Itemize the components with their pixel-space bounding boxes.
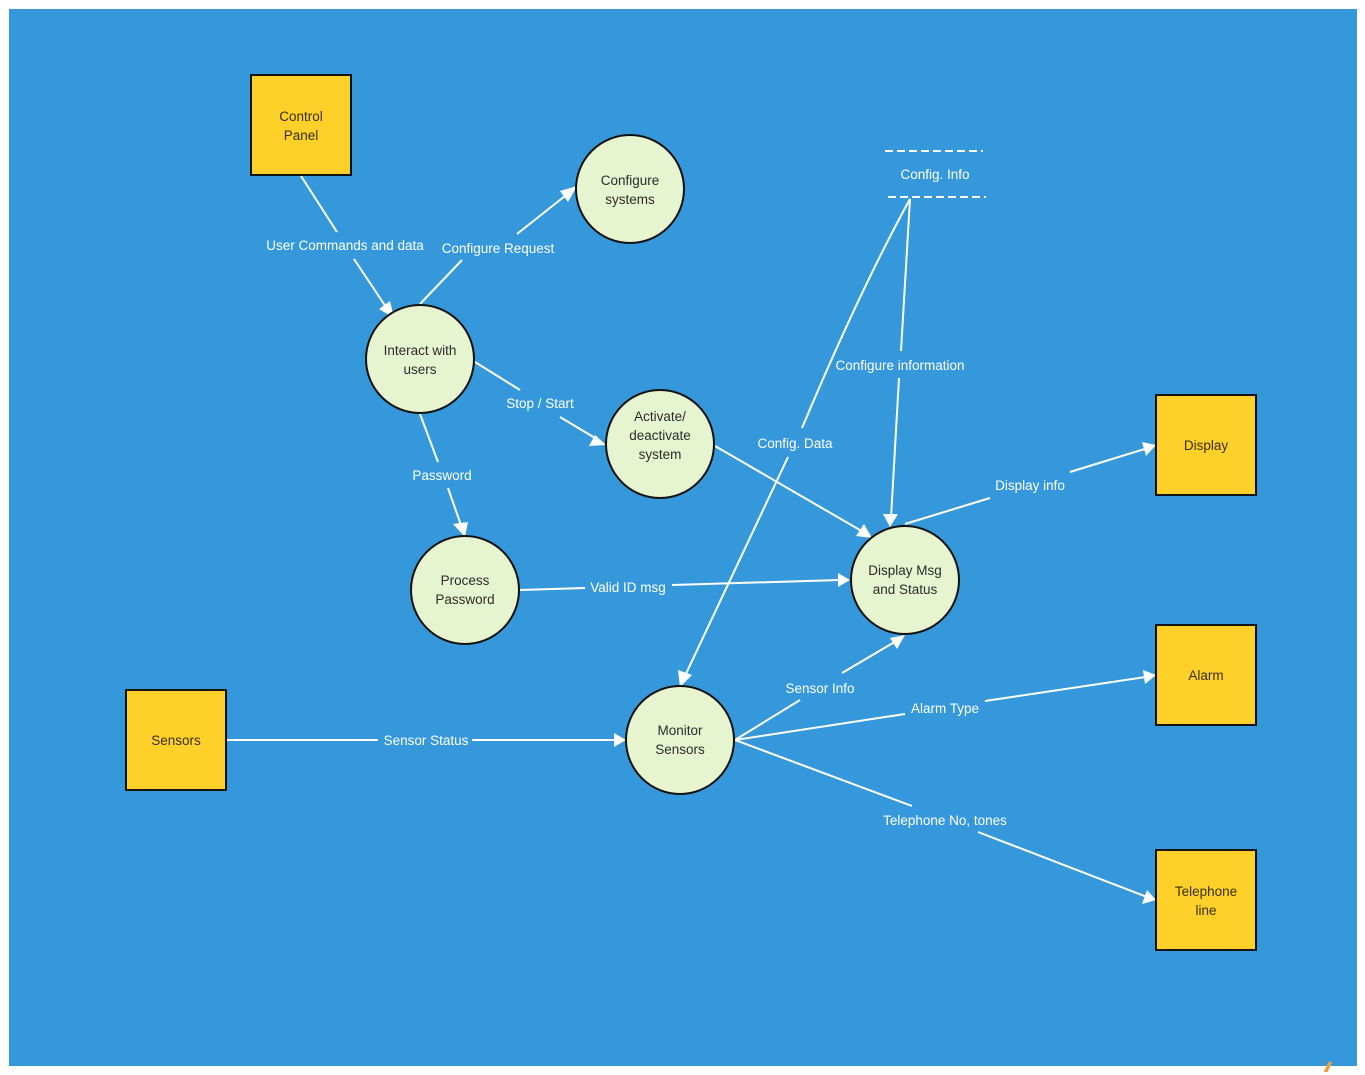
entity-display[interactable]: Display (1155, 394, 1257, 496)
process-label-line: Configure (601, 173, 660, 188)
flow-configure-information[interactable]: Configure information (835, 198, 965, 527)
data-store-label: Config. Info (900, 167, 969, 182)
flow-label-password: Password (412, 468, 471, 483)
process-monitor-sensors[interactable]: Monitor Sensors (625, 685, 735, 795)
arrowhead (614, 733, 626, 747)
flow-label-user-commands: User Commands and data (266, 238, 424, 253)
process-label-line: systems (605, 192, 655, 207)
flow-label-config-data: Config. Data (757, 436, 833, 451)
process-process-password[interactable]: Process Password (410, 535, 520, 645)
entity-control-panel[interactable]: Control Panel (250, 74, 352, 176)
process-label-line: and Status (873, 582, 938, 597)
entity-telephone-line[interactable]: Telephone line (1155, 849, 1257, 951)
arrowhead (890, 635, 905, 649)
arrowhead (560, 186, 577, 202)
process-activate-deactivate-system[interactable]: Activate/ deactivate system (605, 389, 715, 499)
flow-password[interactable]: Password (412, 413, 472, 537)
flow-user-commands[interactable]: User Commands and data (266, 175, 424, 318)
flow-sensor-info[interactable]: Sensor Info (734, 635, 905, 741)
arrowhead (1142, 442, 1156, 456)
flow-stop-start[interactable]: Stop / Start (474, 361, 606, 446)
process-label-line: Process (441, 573, 490, 588)
entity-label-line: Panel (284, 128, 319, 143)
flow-label-valid-id-msg: Valid ID msg (590, 580, 666, 595)
process-label-line: deactivate (629, 428, 691, 443)
flow-label-display-info: Display info (995, 478, 1065, 493)
process-label-line: Activate/ (634, 409, 686, 424)
arrowhead (856, 524, 872, 538)
flow-sensor-status[interactable]: Sensor Status (226, 733, 626, 748)
arrowhead (838, 573, 850, 587)
flow-label-configure-request: Configure Request (442, 241, 555, 256)
flow-label-configure-information: Configure information (835, 358, 964, 373)
process-interact-with-users[interactable]: Interact with users (365, 304, 475, 414)
flow-label-alarm-type: Alarm Type (911, 701, 979, 716)
process-label-line: system (639, 447, 682, 462)
entity-alarm[interactable]: Alarm (1155, 624, 1257, 726)
process-label-line: Sensors (655, 742, 705, 757)
process-configure-systems[interactable]: Configure systems (575, 134, 685, 244)
arrowhead (453, 522, 468, 537)
data-store-config-info[interactable]: Config. Info (885, 150, 986, 198)
process-label-line: users (403, 362, 436, 377)
entity-label-line: Alarm (1188, 668, 1223, 683)
process-label-line: Interact with (384, 343, 457, 358)
arrowhead (1142, 890, 1156, 904)
process-label-line: Display Msg (868, 563, 942, 578)
flow-activate-to-display[interactable] (714, 445, 872, 538)
process-label-line: Monitor (657, 723, 703, 738)
entity-label-line: Sensors (151, 733, 201, 748)
flow-label-sensor-info: Sensor Info (785, 681, 854, 696)
entity-label-line: Telephone (1175, 884, 1237, 899)
entity-label-line: line (1195, 903, 1216, 918)
process-label-line: Password (435, 592, 494, 607)
flow-valid-id-msg[interactable]: Valid ID msg (519, 573, 850, 595)
process-display-msg-status[interactable]: Display Msg and Status (850, 525, 960, 635)
entity-label-line: Control (279, 109, 323, 124)
data-flow-diagram: User Commands and data Configure Request… (125, 74, 1257, 951)
flow-display-info[interactable]: Display info (904, 442, 1156, 525)
arrowhead (1143, 670, 1156, 684)
flow-label-telephone-tones: Telephone No, tones (883, 813, 1007, 828)
arrowhead (883, 514, 898, 527)
flow-label-stop-start: Stop / Start (506, 396, 574, 411)
entity-sensors[interactable]: Sensors (125, 689, 227, 791)
flow-configure-request[interactable]: Configure Request (419, 186, 577, 305)
entity-label-line: Display (1184, 438, 1229, 453)
flow-label-sensor-status: Sensor Status (384, 733, 469, 748)
arrowhead (678, 670, 692, 687)
flow-telephone-tones[interactable]: Telephone No, tones (734, 739, 1156, 904)
